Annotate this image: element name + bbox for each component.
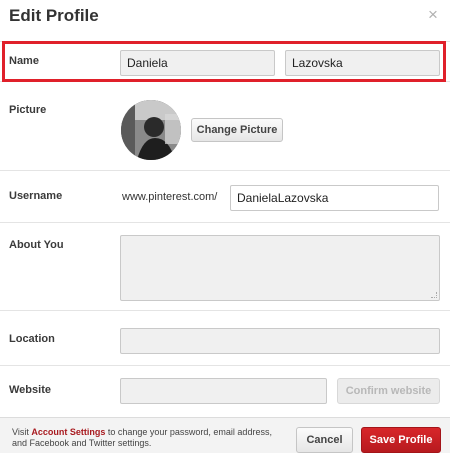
- confirm-website-button[interactable]: Confirm website: [337, 378, 440, 404]
- dialog-title: Edit Profile: [9, 6, 99, 25]
- username-row: Username www.pinterest.com/ DanielaLazov…: [0, 171, 450, 223]
- website-input[interactable]: [120, 378, 327, 404]
- about-row: About You: [0, 223, 450, 311]
- about-textarea[interactable]: [120, 235, 440, 301]
- username-label: Username: [9, 190, 63, 202]
- footer-note: Visit Account Settings to change your pa…: [12, 427, 282, 449]
- location-label: Location: [9, 333, 55, 345]
- close-icon[interactable]: ×: [426, 6, 440, 23]
- change-picture-button[interactable]: Change Picture: [191, 118, 283, 142]
- about-label: About You: [9, 239, 64, 251]
- username-input[interactable]: DanielaLazovska: [230, 185, 439, 211]
- website-label: Website: [9, 384, 51, 396]
- cancel-button[interactable]: Cancel: [296, 427, 353, 453]
- save-profile-button[interactable]: Save Profile: [361, 427, 441, 453]
- dialog-header: Edit Profile ×: [0, 0, 450, 34]
- resize-handle-icon[interactable]: [431, 292, 437, 298]
- location-row: Location: [0, 311, 450, 366]
- picture-label: Picture: [9, 104, 47, 116]
- name-highlight-box: [2, 41, 446, 82]
- avatar: [121, 100, 181, 160]
- footer-visit-text: Visit: [12, 427, 32, 437]
- location-input[interactable]: [120, 328, 440, 354]
- website-row: Website Confirm website: [0, 366, 450, 417]
- dialog-footer: Visit Account Settings to change your pa…: [0, 417, 450, 453]
- avatar-photo: [121, 100, 181, 160]
- account-settings-link[interactable]: Account Settings: [31, 427, 105, 437]
- username-prefix: www.pinterest.com/: [122, 191, 218, 203]
